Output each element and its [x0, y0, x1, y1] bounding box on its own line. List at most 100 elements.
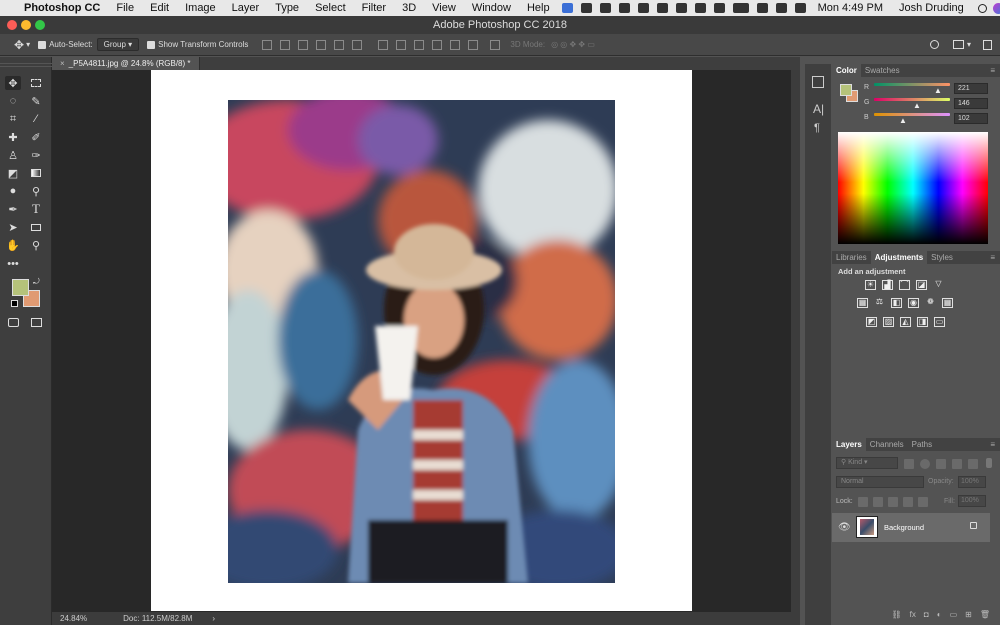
status-menu-arrow-icon[interactable]: ›	[212, 614, 215, 623]
status-mail-icon[interactable]	[656, 3, 668, 13]
distribute-left-icon[interactable]	[432, 39, 443, 50]
toolbox-grip[interactable]	[0, 63, 52, 67]
lock-artboard-icon[interactable]	[903, 497, 913, 507]
invert-icon[interactable]: ◩	[866, 317, 877, 327]
menu-select[interactable]: Select	[307, 2, 354, 14]
layer-style-icon[interactable]: fx	[910, 610, 916, 623]
quick-select-tool-icon[interactable]: ✎	[28, 94, 44, 108]
gradient-tool-icon[interactable]	[28, 166, 44, 180]
link-layers-icon[interactable]: ⛓	[892, 610, 902, 623]
menu-filter[interactable]: Filter	[354, 2, 394, 14]
black-white-icon[interactable]: ◧	[891, 298, 902, 308]
align-top-icon[interactable]	[262, 39, 273, 50]
lasso-tool-icon[interactable]: ◌	[5, 94, 21, 108]
quick-mask-icon[interactable]	[5, 315, 21, 329]
color-fg-swatch[interactable]	[840, 84, 852, 96]
green-slider-thumb[interactable]: ▲	[913, 101, 921, 110]
filter-type-icon[interactable]	[936, 459, 946, 469]
menu-image[interactable]: Image	[177, 2, 224, 14]
color-lookup-icon[interactable]: ▦	[942, 298, 953, 308]
filter-smart-object-icon[interactable]	[968, 459, 978, 469]
threshold-icon[interactable]: ◭	[900, 317, 911, 327]
align-vcenter-icon[interactable]	[280, 39, 291, 50]
distribute-top-icon[interactable]	[378, 39, 389, 50]
lock-transparent-icon[interactable]	[858, 497, 868, 507]
lock-image-icon[interactable]	[873, 497, 883, 507]
pen-tool-icon[interactable]: ✒	[5, 202, 21, 216]
align-right-icon[interactable]	[352, 39, 363, 50]
blue-slider[interactable]	[874, 113, 950, 116]
status-battery-icon[interactable]	[732, 3, 749, 13]
rectangle-tool-icon[interactable]	[28, 220, 44, 234]
posterize-icon[interactable]: ▨	[883, 317, 894, 327]
screen-mode-icon[interactable]	[28, 315, 44, 329]
volume-icon[interactable]	[775, 3, 787, 13]
move-tool-icon[interactable]: ✥	[5, 76, 21, 90]
new-layer-icon[interactable]: ⊞	[965, 610, 972, 623]
menu-view[interactable]: View	[424, 2, 464, 14]
distribute-bottom-icon[interactable]	[414, 39, 425, 50]
filter-pixel-icon[interactable]	[904, 459, 914, 469]
distribute-hcenter-icon[interactable]	[450, 39, 461, 50]
tab-libraries[interactable]: Libraries	[832, 251, 871, 264]
workspace-icon[interactable]	[952, 40, 964, 49]
auto-select-dropdown[interactable]: Group ▾	[96, 38, 140, 51]
tab-styles[interactable]: Styles	[927, 251, 957, 264]
spotlight-icon[interactable]	[977, 3, 987, 13]
layer-row-background[interactable]: 👁 Background	[832, 513, 990, 542]
wifi-icon[interactable]	[756, 3, 768, 13]
tab-swatches[interactable]: Swatches	[861, 64, 904, 77]
history-brush-tool-icon[interactable]: ✑	[28, 148, 44, 162]
align-left-icon[interactable]	[316, 39, 327, 50]
filter-adjustment-icon[interactable]	[920, 459, 930, 469]
eye-icon[interactable]: 👁	[838, 522, 851, 533]
blue-value[interactable]: 102	[954, 113, 988, 124]
eraser-tool-icon[interactable]: ◩	[5, 166, 21, 180]
red-slider-thumb[interactable]: ▲	[934, 86, 942, 95]
curves-icon[interactable]: ⌒	[899, 280, 910, 290]
color-balance-icon[interactable]: ⚖	[874, 298, 885, 308]
blend-mode-dropdown[interactable]: Normal	[836, 476, 924, 488]
gradient-map-icon[interactable]: ▭	[934, 317, 945, 327]
lock-position-icon[interactable]	[888, 497, 898, 507]
layer-mask-icon[interactable]: ◘	[924, 610, 929, 623]
auto-align-icon[interactable]	[490, 39, 501, 50]
levels-icon[interactable]: ▟	[882, 280, 893, 290]
status-app-icon[interactable]	[561, 3, 573, 13]
menu-edit[interactable]: Edit	[142, 2, 177, 14]
blue-slider-thumb[interactable]: ▲	[899, 116, 907, 125]
path-select-tool-icon[interactable]: ➤	[5, 220, 21, 234]
fill-input[interactable]: 100%	[958, 495, 986, 507]
search-icon[interactable]	[929, 40, 939, 49]
distribute-vcenter-icon[interactable]	[396, 39, 407, 50]
close-window-button[interactable]	[7, 20, 17, 30]
opacity-input[interactable]: 100%	[958, 476, 986, 488]
tab-channels[interactable]: Channels	[866, 438, 908, 451]
color-spectrum[interactable]	[838, 132, 988, 244]
eyedropper-tool-icon[interactable]: ⁄	[28, 112, 44, 126]
new-adjustment-icon[interactable]: ◐	[937, 610, 942, 623]
new-group-icon[interactable]: ▭	[950, 610, 958, 623]
menu-help[interactable]: Help	[519, 2, 558, 14]
close-tab-icon[interactable]: ×	[60, 59, 65, 68]
marquee-tool-icon[interactable]	[28, 76, 44, 90]
status-clock-icon[interactable]	[675, 3, 687, 13]
align-bottom-icon[interactable]	[298, 39, 309, 50]
tab-paths[interactable]: Paths	[908, 438, 936, 451]
status-c-icon[interactable]	[580, 3, 592, 13]
tab-adjustments[interactable]: Adjustments	[870, 251, 928, 264]
brightness-contrast-icon[interactable]: ☀	[865, 280, 876, 290]
status-cc-icon[interactable]	[637, 3, 649, 13]
more-tools-icon[interactable]: •••	[5, 257, 21, 271]
menubar-clock[interactable]: Mon 4:49 PM	[810, 2, 891, 14]
hand-tool-icon[interactable]: ✋	[5, 238, 21, 252]
clone-stamp-tool-icon[interactable]: ♙	[5, 148, 21, 162]
panel-menu-icon[interactable]: ≡	[990, 440, 995, 449]
type-tool-icon[interactable]: T	[28, 201, 44, 216]
default-colors-icon[interactable]	[11, 300, 18, 307]
green-value[interactable]: 146	[954, 98, 988, 109]
green-slider[interactable]	[874, 98, 950, 101]
canvas-area[interactable]	[52, 70, 800, 612]
document-canvas[interactable]	[151, 70, 692, 611]
menu-layer[interactable]: Layer	[224, 2, 268, 14]
